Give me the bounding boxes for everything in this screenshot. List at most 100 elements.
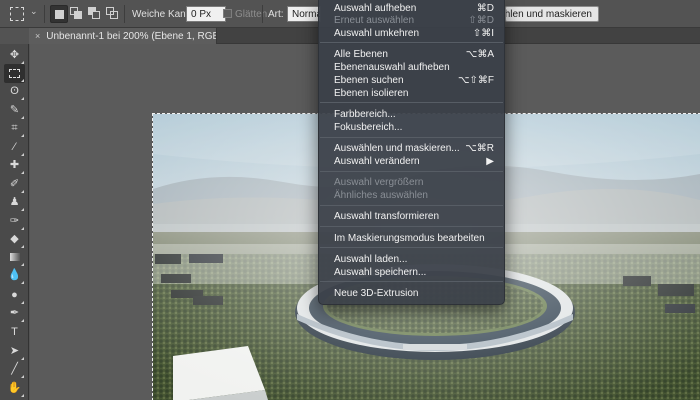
menu-item-label: Farbbereich...	[334, 109, 396, 120]
tool-pen[interactable]: ✒	[4, 304, 25, 323]
close-icon[interactable]: ×	[35, 31, 40, 41]
new-selection-icon	[55, 10, 64, 19]
tool-eyedropper[interactable]: ⁄	[4, 138, 25, 157]
submenu-indicator-icon	[21, 208, 24, 211]
tool-quick-selection[interactable]: ✎	[4, 101, 25, 120]
menu-item[interactable]: Ebenen suchen ⌥⇧⌘F	[334, 75, 494, 86]
submenu-indicator-icon	[21, 375, 24, 378]
menu-item[interactable]: Auswählen und maskieren... ⌥⌘R	[334, 143, 494, 154]
menu-item[interactable]: Farbbereich...	[334, 109, 494, 120]
submenu-indicator-icon	[21, 281, 24, 284]
tool-gradient[interactable]	[4, 248, 25, 267]
submenu-indicator-icon	[21, 171, 24, 174]
marquee-icon	[9, 68, 20, 78]
add-to-selection-button[interactable]	[68, 5, 86, 23]
tool-dodge[interactable]: ●	[4, 286, 25, 305]
menu-item-label: Ebenenauswahl aufheben	[334, 62, 450, 73]
menu-item[interactable]: Auswahl umkehren ⇧⌘I	[334, 28, 494, 39]
menu-item: Auswahl vergrößern	[334, 177, 494, 188]
feather-input[interactable]: 0 Px	[186, 6, 226, 22]
antialias-checkbox[interactable]	[223, 9, 232, 18]
tool-blur[interactable]: 💧	[4, 266, 25, 285]
menu-item-label: Auswahl vergrößern	[334, 177, 424, 188]
tool-healing-brush[interactable]: ✚	[4, 156, 25, 175]
menu-item-shortcut: ⌥⌘A	[465, 49, 494, 60]
tool-hand[interactable]: ✋	[4, 379, 25, 398]
menu-item-label: Auswählen und maskieren...	[334, 143, 460, 154]
move-icon: ✥	[9, 49, 20, 61]
menu-separator	[320, 137, 503, 138]
menu-item: Erneut auswählen ⇧⌘D	[334, 15, 494, 26]
menu-item-label: Auswahl umkehren	[334, 28, 420, 39]
menu-separator	[320, 102, 503, 103]
menu-separator	[320, 281, 503, 282]
menu-item[interactable]: Ebenenauswahl aufheben	[334, 62, 494, 73]
brush-icon: ✐	[9, 178, 20, 190]
menu-item[interactable]: Auswahl speichern...	[334, 267, 494, 278]
tool-brush[interactable]: ✐	[4, 175, 25, 194]
menu-item[interactable]: Neue 3D-Extrusion	[334, 288, 494, 299]
tool-stamp[interactable]: ♟	[4, 193, 25, 212]
menu-item[interactable]: Im Maskierungsmodus bearbeiten	[334, 233, 494, 244]
eyedropper-icon: ⁄	[13, 141, 16, 153]
eraser-icon: ◆	[10, 233, 19, 245]
rect-marquee-icon	[10, 7, 24, 21]
divider	[44, 5, 45, 23]
menu-item-label: Im Maskierungsmodus bearbeiten	[334, 233, 485, 244]
tool-line[interactable]: ╱	[4, 360, 25, 379]
select-and-mask-button[interactable]: Auswählen und maskieren...	[505, 6, 599, 22]
menu-item[interactable]: Auswahl aufheben ⌘D	[334, 3, 494, 14]
tool-preset-picker[interactable]: ⌄	[6, 5, 40, 23]
menu-item-label: Auswahl speichern...	[334, 267, 427, 278]
tool-history-brush[interactable]: ✑	[4, 212, 25, 231]
submenu-indicator-icon	[21, 134, 24, 137]
tool-path-selection[interactable]: ➤	[4, 342, 25, 361]
menu-item[interactable]: Auswahl verändern ▶	[334, 156, 494, 167]
menu-separator	[320, 205, 503, 206]
menu-item-label: Ebenen suchen	[334, 75, 404, 86]
dodge-icon: ●	[11, 289, 18, 301]
pen-icon: ✒	[9, 307, 20, 319]
submenu-indicator-icon	[21, 97, 24, 100]
menu-item[interactable]: Auswahl laden...	[334, 254, 494, 265]
style-select[interactable]: Normal	[287, 6, 321, 22]
menu-item[interactable]: Fokusbereich...	[334, 122, 494, 133]
menu-item-label: Neue 3D-Extrusion	[334, 288, 419, 299]
menu-item-label: Alle Ebenen	[334, 49, 388, 60]
new-selection-button[interactable]	[50, 5, 68, 23]
select-menu: Auswahl aufheben ⌘D Erneut auswählen ⇧⌘D Aus…	[318, 0, 505, 305]
menu-item-label: Auswahl transformieren	[334, 211, 440, 222]
menu-separator	[320, 171, 503, 172]
path-selection-icon: ➤	[9, 345, 20, 357]
menu-item[interactable]: Ebenen isolieren	[334, 88, 494, 99]
tool-move[interactable]: ✥	[4, 46, 25, 65]
tool-lasso[interactable]: ʘ	[4, 82, 25, 101]
menu-item[interactable]: Auswahl transformieren	[334, 211, 494, 222]
type-icon: T	[11, 326, 18, 338]
healing-brush-icon: ✚	[9, 159, 20, 171]
menu-item[interactable]: Alle Ebenen ⌥⌘A	[334, 49, 494, 60]
history-brush-icon: ✑	[9, 215, 20, 227]
menu-item-shortcut: ⌥⇧⌘F	[457, 75, 494, 86]
hand-icon: ✋	[7, 382, 22, 394]
tool-crop[interactable]: ⌗	[4, 119, 25, 138]
submenu-arrow-icon: ▶	[486, 156, 494, 167]
tool-type[interactable]: T	[4, 323, 25, 342]
crop-icon: ⌗	[11, 122, 18, 134]
tool-eraser[interactable]: ◆	[4, 230, 25, 249]
gradient-icon	[9, 253, 20, 262]
menu-item-shortcut: ⌘D	[476, 3, 494, 14]
stamp-icon: ♟	[9, 196, 20, 208]
menu-separator	[320, 226, 503, 227]
menu-separator	[320, 247, 503, 248]
intersect-selection-button[interactable]	[104, 5, 122, 23]
menu-item-shortcut: ⇧⌘I	[472, 28, 494, 39]
tools-panel: ✥ʘ✎⌗⁄✚✐♟✑◆💧●✒T➤╱✋🔍	[0, 44, 29, 400]
divider	[124, 5, 125, 23]
menu-item-label: Ähnliches auswählen	[334, 190, 428, 201]
tool-marquee[interactable]	[4, 64, 25, 83]
subtract-from-selection-button[interactable]	[86, 5, 104, 23]
document-tab[interactable]: × Unbenannt-1 bei 200% (Ebene 1, RGB/8) *	[29, 28, 217, 44]
submenu-indicator-icon	[21, 394, 24, 397]
lasso-icon: ʘ	[10, 85, 19, 97]
